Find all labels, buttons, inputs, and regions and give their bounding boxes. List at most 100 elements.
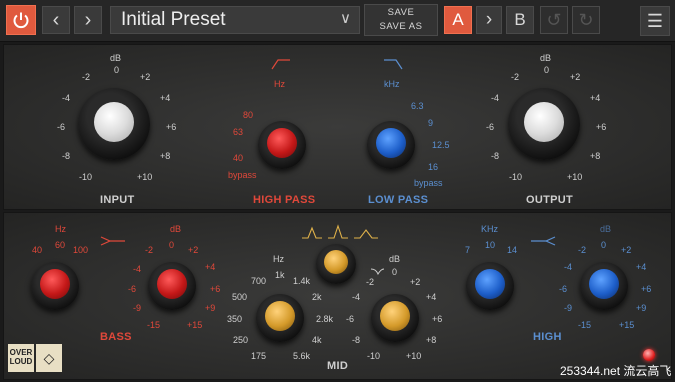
output-unit: dB bbox=[540, 53, 552, 63]
mid-label: MID bbox=[327, 360, 349, 372]
input-scale-p2: +2 bbox=[140, 72, 151, 82]
high-gain-p15: +15 bbox=[619, 320, 635, 330]
mid-gain-knob[interactable] bbox=[371, 294, 419, 342]
high-gain-m9: -9 bbox=[564, 303, 573, 313]
output-scale-p4: +4 bbox=[590, 93, 601, 103]
mid-freq-5-6k: 5.6k bbox=[293, 351, 311, 361]
hamburger-icon: ☰ bbox=[646, 10, 664, 31]
previous-preset-button[interactable]: ‹ bbox=[42, 6, 70, 34]
mid-gain-m8: -8 bbox=[352, 335, 361, 345]
output-scale-p8: +8 bbox=[590, 151, 601, 161]
chevron-right-icon: › bbox=[84, 8, 92, 31]
input-knob[interactable] bbox=[78, 88, 150, 160]
high-pass-scale-80: 80 bbox=[243, 110, 254, 120]
low-pass-scale-16: 16 bbox=[428, 162, 439, 172]
bass-freq-100: 100 bbox=[73, 245, 89, 255]
mid-gain-m10: -10 bbox=[367, 351, 381, 361]
low-pass-unit: kHz bbox=[384, 79, 400, 89]
power-icon bbox=[13, 12, 29, 29]
input-unit: dB bbox=[110, 53, 122, 63]
bass-gain-knob[interactable] bbox=[148, 262, 196, 310]
high-gain-m4: -4 bbox=[564, 262, 573, 272]
high-pass-scale-63: 63 bbox=[233, 127, 244, 137]
mid-freq-knob[interactable] bbox=[256, 294, 304, 342]
high-pass-label: HIGH PASS bbox=[253, 194, 316, 206]
high-gain-knob[interactable] bbox=[580, 262, 628, 310]
bass-shelf-curve-icon bbox=[100, 236, 125, 246]
power-button[interactable] bbox=[6, 5, 36, 35]
save-button[interactable]: SAVE bbox=[388, 6, 415, 20]
preset-selector[interactable]: Initial Preset ∨ bbox=[110, 6, 360, 34]
bass-freq-40: 40 bbox=[32, 245, 43, 255]
high-gain-m6: -6 bbox=[559, 284, 568, 294]
mid-gain-0: 0 bbox=[392, 267, 398, 277]
high-gain-p9: +9 bbox=[636, 303, 647, 313]
low-pass-scale-bypass: bypass bbox=[414, 178, 443, 188]
bass-freq-knob[interactable] bbox=[31, 262, 79, 310]
high-gain-m15: -15 bbox=[578, 320, 592, 330]
ab-a-button[interactable]: A bbox=[444, 6, 472, 34]
mid-gain-m6: -6 bbox=[346, 314, 355, 324]
bass-gain-0: 0 bbox=[169, 240, 175, 250]
input-scale-p10: +10 bbox=[137, 172, 153, 182]
save-as-button[interactable]: SAVE AS bbox=[380, 20, 423, 34]
mid-gain-p4: +4 bbox=[426, 292, 437, 302]
output-scale-p10: +10 bbox=[567, 172, 583, 182]
chevron-right-icon: › bbox=[485, 9, 493, 30]
ab-copy-button[interactable]: › bbox=[476, 6, 502, 34]
bass-gain-p6: +6 bbox=[210, 284, 221, 294]
menu-button[interactable]: ☰ bbox=[640, 6, 670, 36]
redo-button[interactable]: ↻ bbox=[572, 6, 600, 34]
high-gain-unit: dB bbox=[600, 224, 612, 234]
next-preset-button[interactable]: › bbox=[74, 6, 102, 34]
high-freq-10: 10 bbox=[485, 240, 496, 250]
mid-freq-1k: 1k bbox=[275, 270, 285, 280]
overloud-logo: OVER LOUD ◇ bbox=[8, 344, 64, 372]
bass-freq-unit: Hz bbox=[55, 224, 66, 234]
output-scale-m2: -2 bbox=[511, 72, 520, 82]
redo-icon: ↻ bbox=[578, 9, 594, 30]
ab-b-button[interactable]: B bbox=[506, 6, 534, 34]
low-pass-scale-9: 9 bbox=[428, 118, 434, 128]
high-pass-knob[interactable] bbox=[258, 121, 306, 169]
mid-freq-4k: 4k bbox=[312, 335, 322, 345]
high-gain-p6: +6 bbox=[641, 284, 652, 294]
bass-gain-p15: +15 bbox=[187, 320, 203, 330]
bass-gain-p9: +9 bbox=[205, 303, 216, 313]
mid-freq-1-4k: 1.4k bbox=[293, 276, 311, 286]
low-pass-curve-icon bbox=[384, 59, 403, 70]
high-gain-p2: +2 bbox=[621, 245, 632, 255]
bass-gain-unit: dB bbox=[170, 224, 182, 234]
chevron-down-icon: ∨ bbox=[340, 10, 351, 27]
high-shelf-curve-icon bbox=[531, 236, 556, 246]
watermark-text: 253344.net 流云高飞 bbox=[560, 364, 672, 378]
output-scale-p2: +2 bbox=[570, 72, 581, 82]
bass-gain-m6: -6 bbox=[128, 284, 137, 294]
output-scale-m8: -8 bbox=[491, 151, 500, 161]
mid-freq-350: 350 bbox=[227, 314, 243, 324]
diamond-icon: ◇ bbox=[36, 344, 62, 372]
status-led bbox=[643, 349, 655, 361]
input-scale-p6: +6 bbox=[166, 122, 177, 132]
toolbar: ‹ › Initial Preset ∨ SAVE SAVE AS A › B … bbox=[0, 0, 675, 42]
bass-gain-p4: +4 bbox=[205, 262, 216, 272]
mid-gain-unit: dB bbox=[389, 254, 401, 264]
mid-gain-m2: -2 bbox=[366, 277, 375, 287]
mid-gain-curve-icon bbox=[370, 268, 385, 276]
output-label: OUTPUT bbox=[526, 194, 574, 206]
mid-q-knob[interactable] bbox=[316, 244, 356, 284]
input-scale-m6: -6 bbox=[57, 122, 66, 132]
mid-gain-p6: +6 bbox=[432, 314, 443, 324]
undo-button[interactable]: ↺ bbox=[540, 6, 568, 34]
high-freq-7: 7 bbox=[465, 245, 471, 255]
input-scale-m4: -4 bbox=[62, 93, 71, 103]
output-scale-0: 0 bbox=[544, 65, 550, 75]
output-knob[interactable] bbox=[508, 88, 580, 160]
mid-freq-700: 700 bbox=[251, 276, 267, 286]
high-freq-knob[interactable] bbox=[466, 262, 514, 310]
high-pass-curve-icon bbox=[271, 59, 290, 70]
low-pass-knob[interactable] bbox=[367, 121, 415, 169]
low-pass-scale-6-3: 6.3 bbox=[411, 101, 424, 111]
high-pass-unit: Hz bbox=[274, 79, 285, 89]
save-group: SAVE SAVE AS bbox=[364, 4, 438, 36]
